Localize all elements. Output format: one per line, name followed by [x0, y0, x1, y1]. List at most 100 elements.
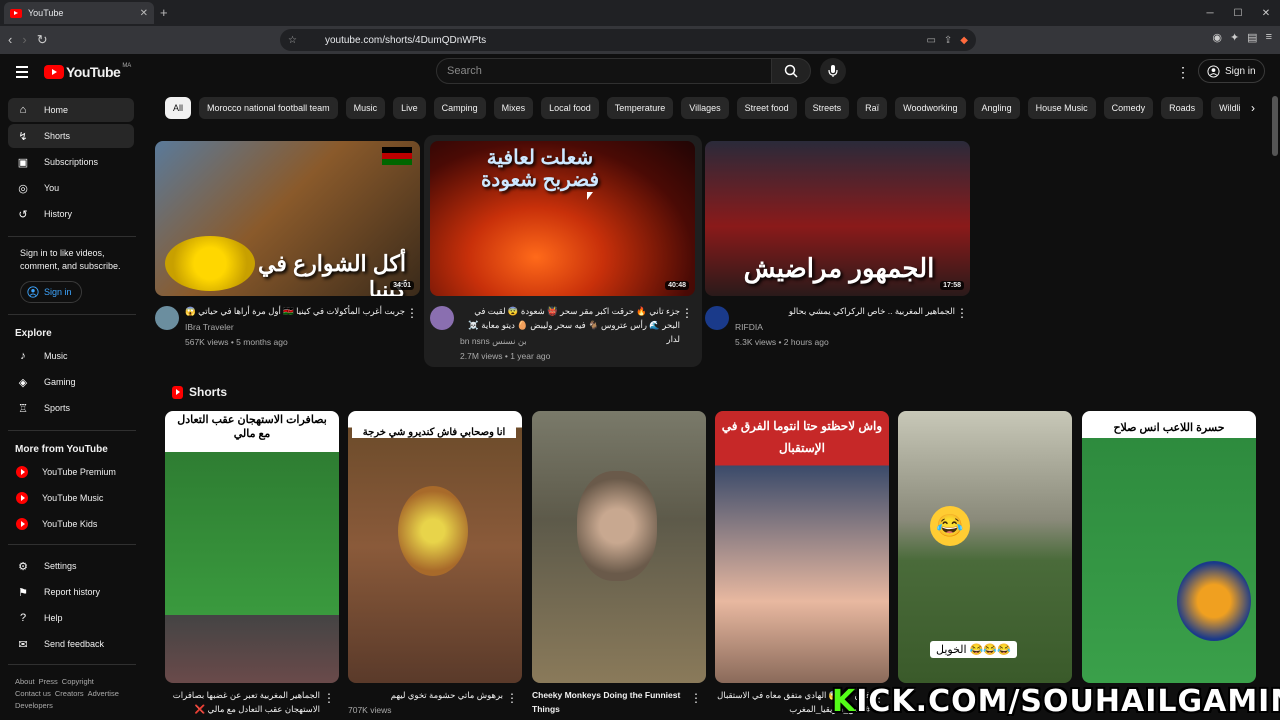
sidebar-item-subscriptions[interactable]: ▣ Subscriptions — [8, 150, 134, 174]
sidebar-item-settings[interactable]: ⚙ Settings — [8, 554, 134, 578]
sidebar-item-you[interactable]: ◎ You — [8, 176, 134, 200]
chip[interactable]: Woodworking — [895, 97, 966, 119]
short-thumbnail[interactable]: انا وصحابي فاش كنديرو شي خرجة — [348, 411, 522, 683]
new-tab-button[interactable]: + — [160, 5, 168, 20]
sidebar-item-report-history[interactable]: ⚑ Report history — [8, 580, 134, 604]
chip[interactable]: House Music — [1027, 97, 1096, 119]
footer-link[interactable]: Contact us — [15, 689, 51, 698]
puzzle-icon[interactable]: ✦ — [1230, 31, 1239, 44]
short-thumbnail[interactable]: واش لاحظتو حتا انتوما الفرق في الإستقبال — [715, 411, 889, 683]
channel-name[interactable]: bn nsns بن نسنس — [460, 336, 527, 347]
chip[interactable]: Music — [345, 97, 386, 119]
footer-link[interactable]: Creators — [55, 689, 84, 698]
footer-link[interactable]: Copyright — [62, 677, 94, 686]
url-field[interactable]: ☆ youtube.com/shorts/4DumQDnWPts ▭ ⇪ ◆ — [280, 29, 976, 51]
maximize-icon[interactable]: ☐ — [1224, 0, 1252, 26]
channel-avatar[interactable] — [430, 306, 454, 330]
chip[interactable]: Camping — [433, 97, 486, 119]
chip[interactable]: Angling — [973, 97, 1020, 119]
channel-avatar[interactable] — [705, 306, 729, 330]
sidebar-icon[interactable]: ▤ — [1247, 31, 1257, 44]
chevron-right-icon[interactable]: › — [1240, 97, 1266, 119]
short-thumbnail[interactable]: 😂 الخويل 😂😂😂 — [898, 411, 1072, 683]
more-actions-icon[interactable]: ⋮ — [681, 306, 693, 320]
more-actions-icon[interactable]: ⋮ — [406, 306, 418, 320]
sidebar-item-youtube-kids[interactable]: YouTube Kids — [8, 512, 134, 536]
short-thumbnail[interactable]: بصافرات الاستهجان عقب التعادل مع مالي — [165, 411, 339, 683]
sign-in-button[interactable]: Sign in — [1198, 59, 1265, 83]
sidebar-item-send-feedback[interactable]: ✉ Send feedback — [8, 632, 134, 656]
explore-heading: Explore — [15, 328, 52, 339]
footer-link[interactable]: Developers — [15, 701, 53, 710]
more-actions-icon[interactable]: ⋮ — [323, 691, 335, 705]
account-icon — [1207, 64, 1220, 78]
video-title[interactable]: الجماهير المغربية .. خاص الركراكي يمشي ب… — [735, 304, 955, 318]
youtube-logo[interactable]: YouTube MA — [44, 63, 131, 80]
browser-tab[interactable]: YouTube ✕ — [4, 2, 154, 24]
channel-name[interactable]: RIFDIA — [735, 322, 763, 332]
chip[interactable]: Roads — [1161, 97, 1204, 119]
sidebar-item-shorts[interactable]: ↯ Shorts — [8, 124, 134, 148]
search-icon — [784, 64, 798, 78]
footer-link[interactable]: Press — [39, 677, 58, 686]
chip[interactable]: Street food — [736, 97, 797, 119]
sidebar-item-home[interactable]: ⌂ Home — [8, 98, 134, 122]
short-title[interactable]: برهوش ماتي حشومة تخوي ليهم — [348, 688, 503, 702]
browser-menu-icon[interactable]: ≡ — [1266, 31, 1272, 44]
more-actions-icon[interactable]: ⋮ — [690, 691, 702, 705]
chip[interactable]: Mixes — [493, 97, 534, 119]
search-input[interactable]: Search — [436, 58, 772, 84]
hamburger-menu-icon[interactable] — [16, 66, 28, 81]
channel-name[interactable]: IBra Traveler — [185, 322, 234, 332]
cast-icon[interactable]: ▭ — [926, 35, 935, 46]
close-window-icon[interactable]: ✕ — [1252, 0, 1280, 26]
close-tab-icon[interactable]: ✕ — [140, 8, 148, 19]
home-icon: ⌂ — [19, 104, 27, 116]
forward-icon[interactable]: › — [22, 32, 26, 48]
voice-search-button[interactable] — [820, 58, 846, 84]
video-title[interactable]: جربت أغرب المأكولات في كينيا 🇰🇪 أول مرة … — [185, 304, 405, 318]
chip[interactable]: Morocco national football team — [199, 97, 338, 119]
channel-avatar[interactable] — [155, 306, 179, 330]
minimize-icon[interactable]: ─ — [1196, 0, 1224, 26]
short-title[interactable]: Cheeky Monkeys Doing the Funniest Things — [532, 688, 687, 716]
settings-kebab-icon[interactable]: ⋮ — [1176, 64, 1190, 81]
extension-icon[interactable]: ◉ — [1212, 31, 1222, 44]
chip-all[interactable]: All — [165, 97, 192, 119]
sidebar-item-history[interactable]: ↺ History — [8, 202, 134, 226]
sidebar-item-gaming[interactable]: ◈ Gaming — [8, 370, 134, 394]
sidebar-item-help[interactable]: ? Help — [8, 606, 134, 630]
sidebar-item-youtube-music[interactable]: YouTube Music — [8, 486, 134, 510]
more-actions-icon[interactable]: ⋮ — [506, 691, 518, 705]
chip[interactable]: Live — [393, 97, 426, 119]
more-actions-icon[interactable]: ⋮ — [956, 306, 968, 320]
chip[interactable]: Temperature — [606, 97, 674, 119]
chip[interactable]: Streets — [804, 97, 850, 119]
shield-icon[interactable]: ◆ — [960, 35, 968, 46]
reload-icon[interactable]: ↻ — [37, 32, 48, 48]
chip[interactable]: Villages — [681, 97, 729, 119]
sidebar-sign-in-button[interactable]: Sign in — [20, 281, 82, 303]
video-thumbnail[interactable]: الجمهور مراضيش 17:58 — [705, 141, 970, 296]
share-icon[interactable]: ⇪ — [944, 35, 952, 46]
video-thumbnail[interactable]: شعلت لعافية فضربح شعودة 40:48 — [430, 141, 695, 296]
short-thumbnail[interactable]: حسرة اللاعب انس صلاح — [1082, 411, 1256, 683]
footer-link[interactable]: About — [15, 677, 35, 686]
page-scrollbar[interactable] — [1272, 96, 1278, 156]
chip[interactable]: Local food — [541, 97, 599, 119]
short-views: 707K views — [348, 705, 392, 715]
sidebar-item-sports[interactable]: ♖ Sports — [8, 396, 134, 420]
video-thumbnail[interactable]: أكل الشوارع في كينيا 34:01 — [155, 141, 420, 296]
bookmark-icon[interactable]: ☆ — [288, 35, 297, 46]
chip[interactable]: Comedy — [1103, 97, 1154, 119]
short-title[interactable]: الجماهير المغربية تعبر عن غضبها بصافرات … — [165, 688, 320, 716]
sidebar-item-youtube-premium[interactable]: YouTube Premium — [8, 460, 134, 484]
short-thumbnail[interactable] — [532, 411, 706, 683]
back-icon[interactable]: ‹ — [8, 32, 12, 48]
url-text[interactable]: youtube.com/shorts/4DumQDnWPts — [325, 35, 918, 46]
history-icon: ↺ — [18, 208, 28, 221]
sidebar-item-music[interactable]: ♪ Music — [8, 344, 134, 368]
chip[interactable]: Raï — [857, 97, 888, 119]
footer-link[interactable]: Advertise — [88, 689, 119, 698]
search-button[interactable] — [771, 58, 811, 84]
